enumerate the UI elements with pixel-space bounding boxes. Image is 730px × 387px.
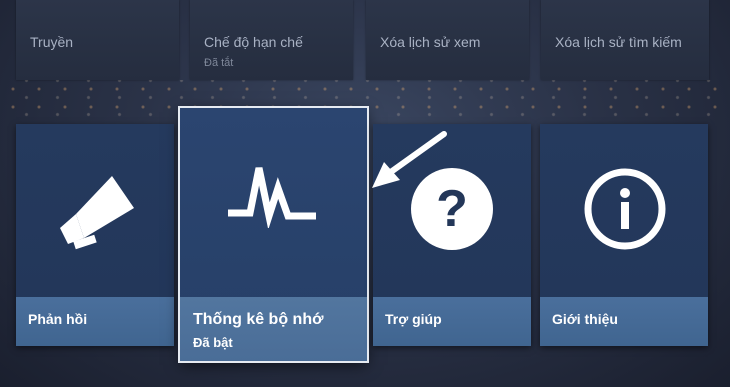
pulse-icon (228, 167, 316, 228)
megaphone-icon (60, 176, 134, 250)
tile-label-bar: Giới thiệu (540, 297, 708, 346)
top-tile-restricted-mode[interactable]: Chế độ hạn chế Đã tắt (190, 0, 353, 80)
info-icon (584, 168, 666, 250)
tile-label: Giới thiệu (552, 311, 618, 327)
tile-about[interactable]: Giới thiệu (540, 124, 708, 346)
tile-label: Thống kê bộ nhớ (193, 311, 324, 328)
tile-label-bar: Phản hồi (16, 297, 174, 346)
tile-feedback[interactable]: Phản hồi (16, 124, 174, 346)
tile-label-bar: Thống kê bộ nhớ Đã bật (180, 297, 367, 361)
top-tile-cast[interactable]: Truyền (16, 0, 179, 80)
top-tile-title: Truyền (30, 34, 74, 50)
top-tile-subtitle: Đã tắt (204, 57, 234, 69)
annotation-arrow-icon (372, 131, 447, 188)
top-tile-clear-watch-history[interactable]: Xóa lịch sử xem (366, 0, 529, 80)
top-tile-clear-search-history[interactable]: Xóa lịch sử tìm kiếm (541, 0, 709, 80)
tile-sublabel: Đã bật (193, 335, 233, 350)
top-tile-title: Xóa lịch sử tìm kiếm (555, 34, 682, 50)
tile-label: Trợ giúp (385, 311, 442, 327)
tile-memory-stats[interactable]: Thống kê bộ nhớ Đã bật (178, 106, 369, 363)
tile-label: Phản hồi (28, 311, 88, 327)
top-tile-title: Xóa lịch sử xem (380, 34, 481, 50)
tile-label-bar: Trợ giúp (373, 297, 531, 346)
top-tile-title: Chế độ hạn chế (204, 34, 303, 50)
